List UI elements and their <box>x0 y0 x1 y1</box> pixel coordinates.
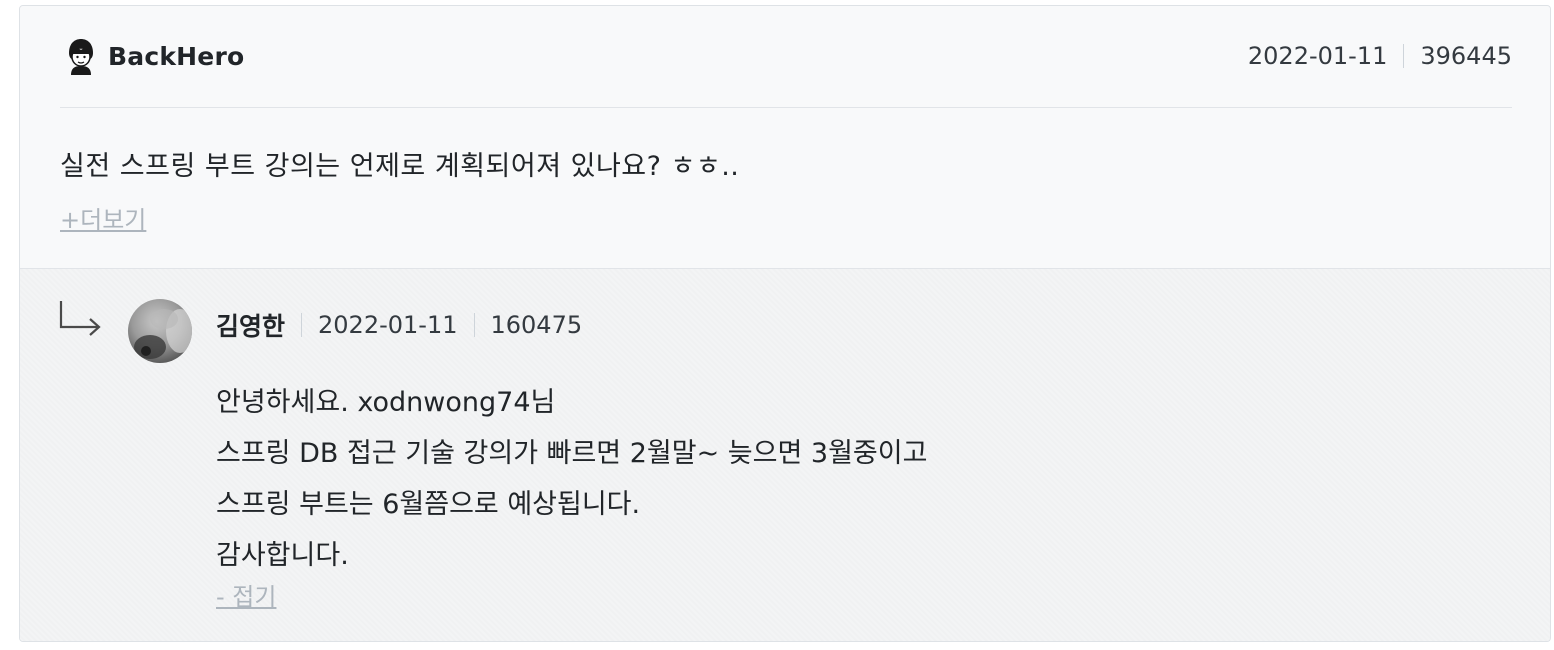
reply-header: 김영한 2022-01-11 160475 <box>216 307 582 343</box>
question-views: 396445 <box>1420 42 1512 70</box>
question-body: 실전 스프링 부트 강의는 언제로 계획되어져 있나요? ㅎㅎ.. <box>60 151 740 182</box>
more-link[interactable]: +더보기 <box>60 200 146 235</box>
reply-body: 안녕하세요. xodnwong74님 스프링 DB 접근 기술 강의가 빠르면 … <box>216 377 927 581</box>
question-meta: 2022-01-11 396445 <box>1248 42 1512 70</box>
reply-avatar[interactable] <box>128 299 192 363</box>
meta-separator <box>1403 44 1405 68</box>
question-header: BackHero 2022-01-11 396445 <box>60 34 1512 80</box>
reply-line: 안녕하세요. xodnwong74님 <box>216 387 556 418</box>
reply-line: 감사합니다. <box>216 540 349 571</box>
meta-separator <box>301 313 303 337</box>
meta-separator <box>473 313 475 337</box>
user-avatar-icon[interactable] <box>65 37 97 77</box>
question-date: 2022-01-11 <box>1247 42 1388 70</box>
header-divider <box>60 107 1512 108</box>
question-section: BackHero 2022-01-11 396445 실전 스프링 부트 강의는… <box>20 6 1550 269</box>
reply-section: 김영한 2022-01-11 160475 안녕하세요. xodnwong74님… <box>20 269 1550 641</box>
reply-author[interactable]: 김영한 <box>216 307 285 343</box>
reply-line: 스프링 부트는 6월쯤으로 예상됩니다. <box>216 489 641 520</box>
reply-line: 스프링 DB 접근 기술 강의가 빠르면 2월말~ 늦으면 3월중이고 <box>216 438 928 469</box>
reply-date: 2022-01-11 <box>318 311 458 339</box>
user-photo-avatar <box>134 309 192 359</box>
reply-arrow-icon <box>59 301 101 336</box>
reply-views: 160475 <box>490 311 583 339</box>
question-author[interactable]: BackHero <box>108 42 244 71</box>
question-card: BackHero 2022-01-11 396445 실전 스프링 부트 강의는… <box>19 5 1551 642</box>
fold-link[interactable]: - 접기 <box>216 577 276 612</box>
